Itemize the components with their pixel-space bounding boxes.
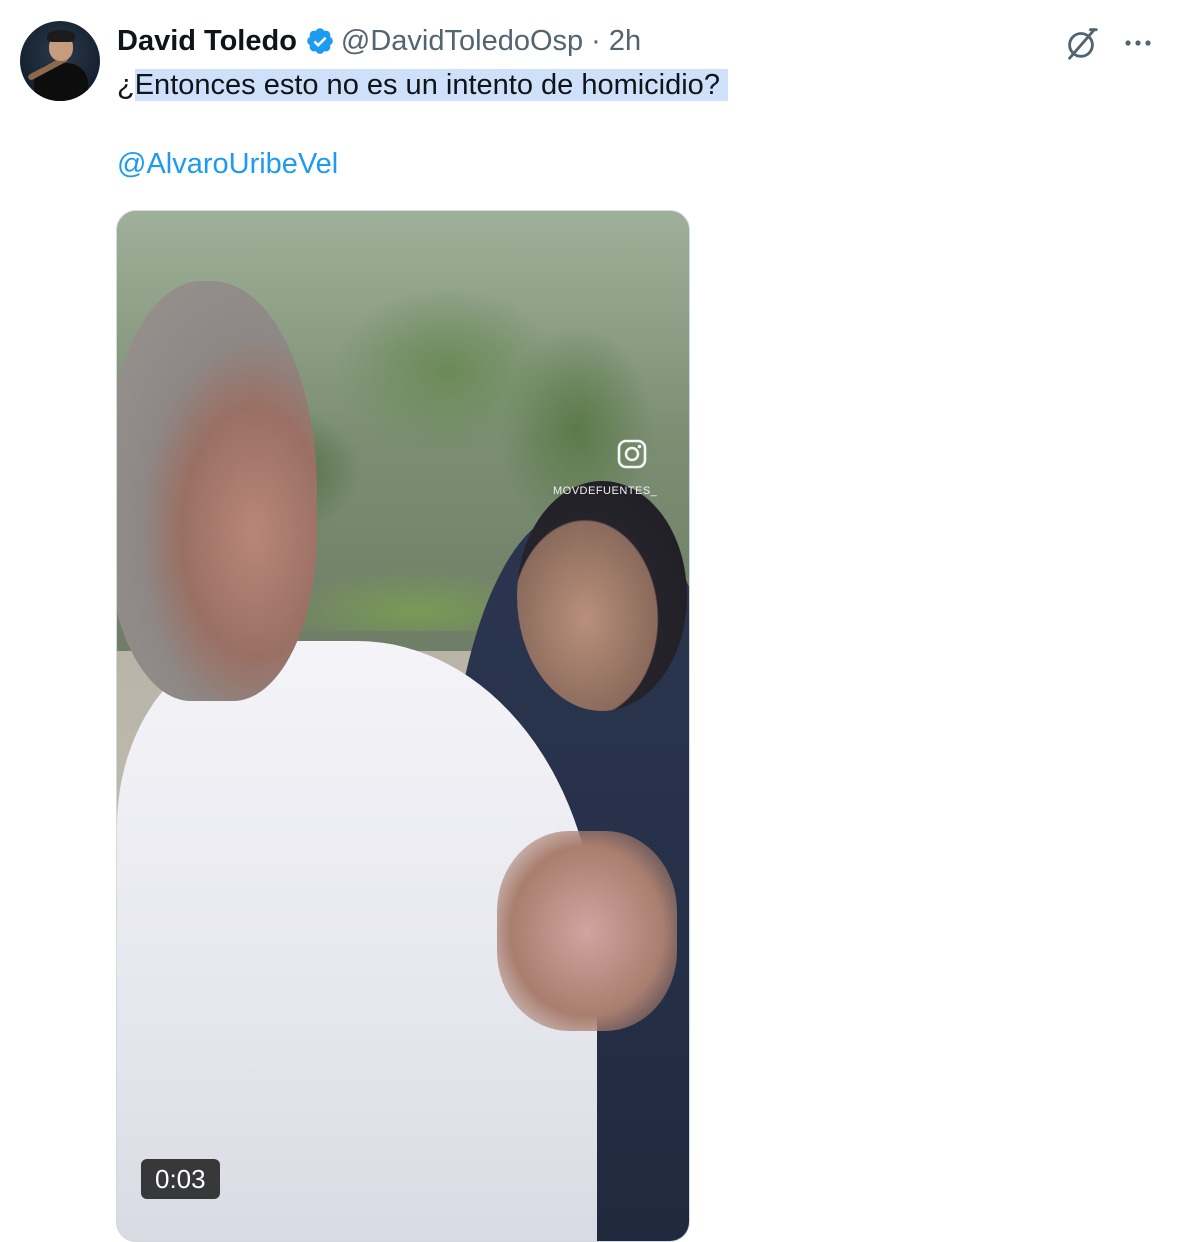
tweet-text-prefix: ¿ xyxy=(117,69,135,101)
mention-link[interactable]: @AlvaroUribeVel xyxy=(117,145,338,183)
tweet-header: David Toledo @DavidToledoOsp · 2h xyxy=(117,22,641,60)
video-frame-arm xyxy=(497,831,677,1031)
video-player[interactable]: MOVDEFUENTES_ 0:03 xyxy=(116,210,690,1242)
tweet-timestamp[interactable]: 2h xyxy=(609,25,641,58)
tweet-top-actions xyxy=(1062,24,1154,62)
video-frame-person-left-head xyxy=(117,281,317,701)
author-handle[interactable]: @DavidToledoOsp xyxy=(341,25,583,58)
verified-badge-icon[interactable] xyxy=(305,26,335,56)
video-duration-badge: 0:03 xyxy=(141,1159,220,1199)
author-avatar[interactable] xyxy=(20,21,100,101)
tweet-text: ¿Entonces esto no es un intento de homic… xyxy=(117,66,728,104)
separator-dot: · xyxy=(591,24,601,57)
video-watermark: MOVDEFUENTES_ xyxy=(553,485,658,497)
avatar-figure-hair xyxy=(47,30,75,42)
video-frame-person-right-head xyxy=(517,481,687,711)
grok-icon[interactable] xyxy=(1062,24,1100,62)
tweet-text-selected: Entonces esto no es un intento de homici… xyxy=(134,69,728,101)
instagram-icon xyxy=(617,439,647,469)
more-options-icon[interactable] xyxy=(1122,27,1154,59)
author-name[interactable]: David Toledo xyxy=(117,25,297,58)
